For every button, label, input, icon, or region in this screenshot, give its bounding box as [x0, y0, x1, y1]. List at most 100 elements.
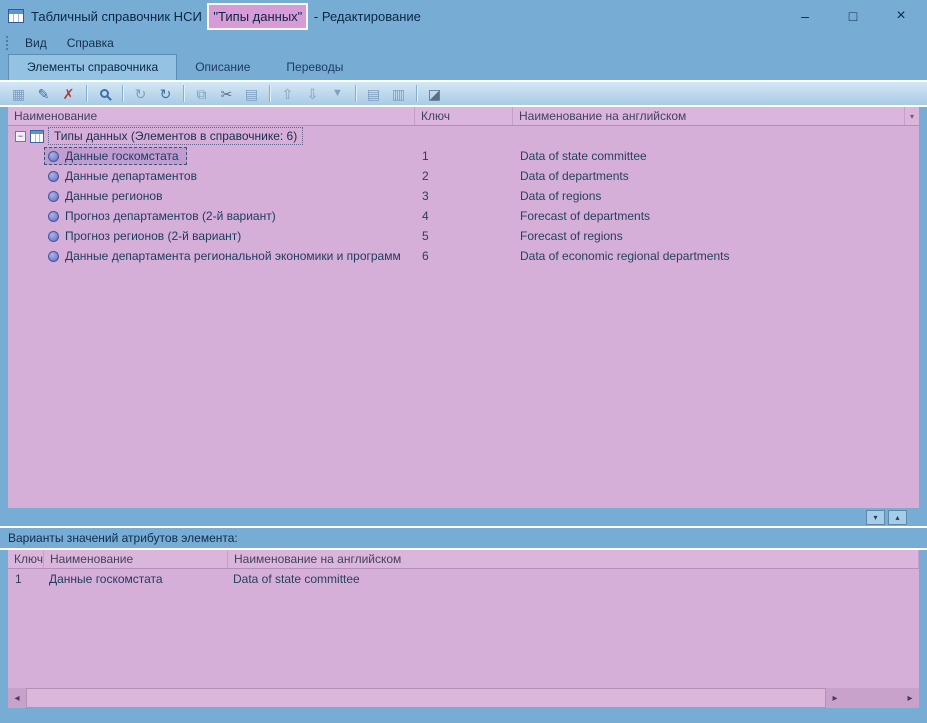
variant-name-en: Data of state committee [228, 572, 919, 586]
attribute-variants-label: Варианты значений атрибутов элемента: [8, 531, 238, 545]
attribute-variants-strip: Варианты значений атрибутов элемента: [0, 526, 927, 550]
element-name: Прогноз регионов (2-й вариант) [65, 229, 241, 243]
table-row[interactable]: Данные регионов 3 Data of regions [8, 186, 919, 206]
tab-description[interactable]: Описание [177, 55, 268, 80]
delete-button[interactable]: ✗ [56, 83, 81, 104]
element-icon [48, 251, 59, 262]
menu-bar: Вид Справка [0, 32, 927, 54]
import-button[interactable]: ▥ [386, 83, 411, 104]
scroll-corner-button[interactable]: ▸ [901, 688, 919, 708]
element-name-en: Data of economic regional departments [513, 249, 919, 263]
refresh-icon: ↻ [160, 87, 172, 101]
filter-funnel-icon: ▼ [332, 88, 343, 99]
app-window: Табличный справочник НСИ "Типы данных" -… [0, 0, 927, 723]
element-key: 6 [415, 249, 513, 263]
element-name-en: Data of state committee [513, 149, 919, 163]
export-button[interactable]: ▤ [361, 83, 386, 104]
panel-dropdown-button[interactable]: ▾ [866, 510, 885, 525]
column-options-icon[interactable]: ▾ [905, 107, 919, 125]
scroll-thumb[interactable] [26, 688, 826, 708]
toolbar-separator [183, 85, 184, 102]
column-header-key[interactable]: Ключ [8, 550, 44, 568]
table-row[interactable]: Прогноз департаментов (2-й вариант) 4 Fo… [8, 206, 919, 226]
element-name: Данные регионов [65, 189, 162, 203]
element-key: 3 [415, 189, 513, 203]
edit-pencil-icon: ✎ [38, 87, 50, 101]
tree-root-label: Типы данных (Элементов в справочнике: 6) [48, 127, 303, 145]
toolbar-separator [416, 85, 417, 102]
edit-button[interactable]: ✎ [31, 83, 56, 104]
element-key: 5 [415, 229, 513, 243]
search-icon [100, 89, 109, 98]
element-key: 4 [415, 209, 513, 223]
table-row[interactable]: Данные департамента региональной экономи… [8, 246, 919, 266]
scissors-icon: ✂ [221, 87, 233, 101]
move-up-button[interactable]: ⇧ [275, 83, 300, 104]
element-name-en: Forecast of departments [513, 209, 919, 223]
refresh-all-button[interactable]: ↻ [128, 83, 153, 104]
variant-name: Данные госкомстата [44, 572, 228, 586]
toolbar-separator [86, 85, 87, 102]
element-key: 2 [415, 169, 513, 183]
window-controls: – □ × [781, 0, 925, 32]
paste-button[interactable]: ▤ [239, 83, 264, 104]
arrow-down-icon: ⇩ [307, 87, 319, 101]
table-row[interactable]: Данные госкомстата 1 Data of state commi… [8, 146, 919, 166]
element-key: 1 [415, 149, 513, 163]
column-header-name-en[interactable]: Наименование на английском [513, 107, 905, 125]
menu-item-help[interactable]: Справка [57, 33, 124, 53]
window-title-suffix: - Редактирование [310, 9, 421, 24]
table-row[interactable]: 1 Данные госкомстата Data of state commi… [8, 569, 919, 589]
menu-item-view[interactable]: Вид [15, 33, 57, 53]
column-header-name[interactable]: Наименование [8, 107, 415, 125]
horizontal-scrollbar[interactable]: ◂ ▸ ▸ [8, 688, 919, 708]
table-row[interactable]: Данные департаментов 2 Data of departmen… [8, 166, 919, 186]
tab-translations[interactable]: Переводы [268, 55, 361, 80]
copy-icon: ⧉ [197, 87, 207, 101]
maximize-button[interactable]: □ [829, 0, 877, 32]
search-button[interactable] [92, 83, 117, 104]
tree-root-row[interactable]: − Типы данных (Элементов в справочнике: … [8, 126, 919, 146]
element-name-en: Data of regions [513, 189, 919, 203]
filter-button[interactable]: ▼ [325, 83, 350, 104]
element-name: Прогноз департаментов (2-й вариант) [65, 209, 276, 223]
panel-splitter[interactable]: ▾ ▴ [0, 508, 927, 526]
move-down-button[interactable]: ⇩ [300, 83, 325, 104]
scroll-track[interactable] [844, 688, 901, 708]
panel-collapse-button[interactable]: ▴ [888, 510, 907, 525]
refresh-button[interactable]: ↻ [153, 83, 178, 104]
add-record-icon: ▦ [12, 87, 25, 101]
column-header-name-en[interactable]: Наименование на английском [228, 550, 919, 568]
cut-button[interactable]: ✂ [214, 83, 239, 104]
toolbar-separator [269, 85, 270, 102]
grid-header-row: Ключ Наименование Наименование на англий… [8, 550, 919, 569]
menu-grip [6, 36, 9, 50]
collapse-icon[interactable]: − [15, 131, 26, 142]
clear-button[interactable]: ◪ [422, 83, 447, 104]
column-header-name[interactable]: Наименование [44, 550, 228, 568]
export-page-icon: ▤ [367, 87, 380, 101]
refresh-all-icon: ↻ [135, 87, 147, 101]
element-icon [48, 231, 59, 242]
element-icon [48, 151, 59, 162]
table-row[interactable]: Прогноз регионов (2-й вариант) 5 Forecas… [8, 226, 919, 246]
toolbar: ▦ ✎ ✗ ↻ ↻ ⧉ ✂ ▤ ⇧ ⇩ ▼ ▤ ▥ ◪ [0, 80, 927, 107]
element-icon [48, 191, 59, 202]
import-page-icon: ▥ [392, 87, 405, 101]
element-name: Данные госкомстата [65, 149, 179, 163]
column-header-key[interactable]: Ключ [415, 107, 513, 125]
add-record-button[interactable]: ▦ [6, 83, 31, 104]
toolbar-separator [355, 85, 356, 102]
title-highlight-annotation: "Типы данных" [207, 3, 308, 30]
tab-dictionary-elements[interactable]: Элементы справочника [8, 54, 177, 80]
close-button[interactable]: × [877, 0, 925, 32]
variant-key: 1 [8, 572, 44, 586]
element-name-en: Forecast of regions [513, 229, 919, 243]
eraser-icon: ◪ [428, 87, 441, 101]
scroll-right-button[interactable]: ▸ [826, 688, 844, 708]
attribute-variants-grid: Ключ Наименование Наименование на англий… [8, 550, 919, 688]
scroll-left-button[interactable]: ◂ [8, 688, 26, 708]
delete-x-icon: ✗ [63, 87, 75, 101]
minimize-button[interactable]: – [781, 0, 829, 32]
copy-button[interactable]: ⧉ [189, 83, 214, 104]
